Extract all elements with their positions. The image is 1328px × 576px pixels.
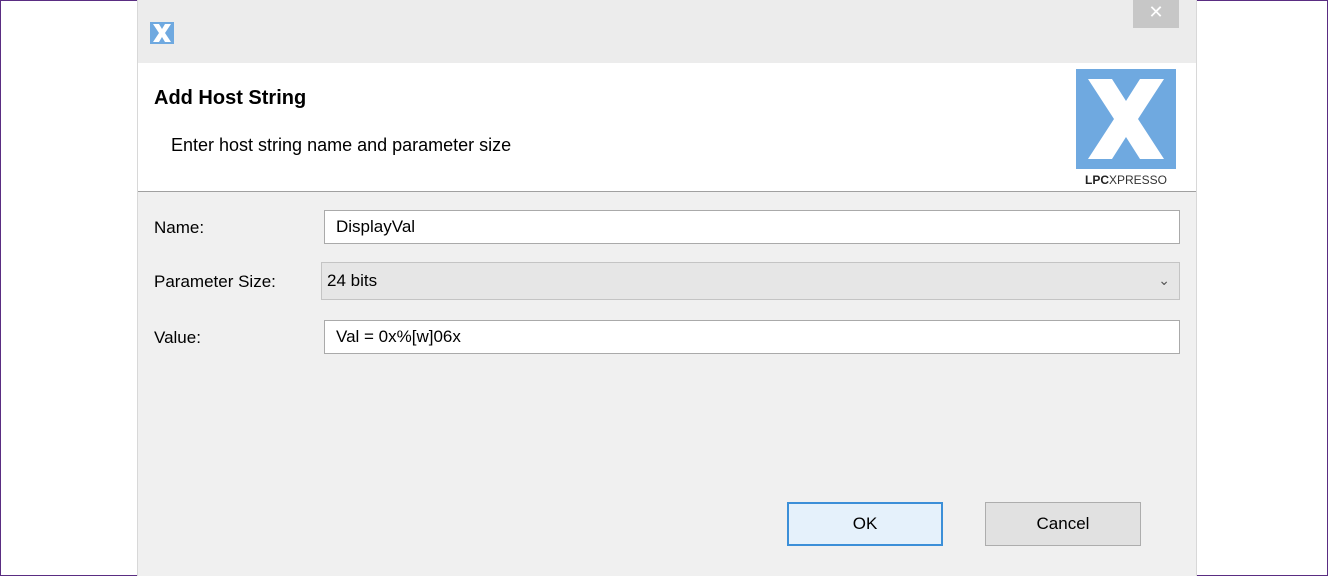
add-host-string-dialog: ✕ Add Host String Enter host string name… — [137, 0, 1197, 576]
lpcxpresso-x-icon — [150, 22, 174, 44]
wizard-banner: Add Host String Enter host string name a… — [138, 63, 1196, 192]
parameter-size-value: 24 bits — [327, 271, 378, 290]
logo-wordmark: LPCXPRESSO — [1084, 173, 1168, 187]
value-field[interactable]: Val = 0x%[w]06x — [324, 320, 1180, 354]
lpcxpresso-logo: LPCXPRESSO — [1074, 67, 1178, 189]
ok-button[interactable]: OK — [787, 502, 943, 546]
name-field[interactable]: DisplayVal — [324, 210, 1180, 244]
title-bar: ✕ — [138, 0, 1196, 63]
parameter-size-label: Parameter Size: — [154, 272, 276, 291]
value-label: Value: — [154, 328, 201, 347]
chevron-down-icon: ⌄ — [1158, 273, 1170, 289]
close-icon: ✕ — [1148, 2, 1164, 23]
dialog-title: Add Host String — [154, 87, 307, 109]
name-label: Name: — [154, 218, 205, 237]
cancel-button[interactable]: Cancel — [985, 502, 1141, 546]
parameter-size-select[interactable]: 24 bits ⌄ — [321, 262, 1180, 300]
dialog-description: Enter host string name and parameter siz… — [171, 135, 512, 155]
lpcxpresso-logo-icon — [1076, 69, 1176, 169]
close-button[interactable]: ✕ — [1133, 0, 1179, 28]
